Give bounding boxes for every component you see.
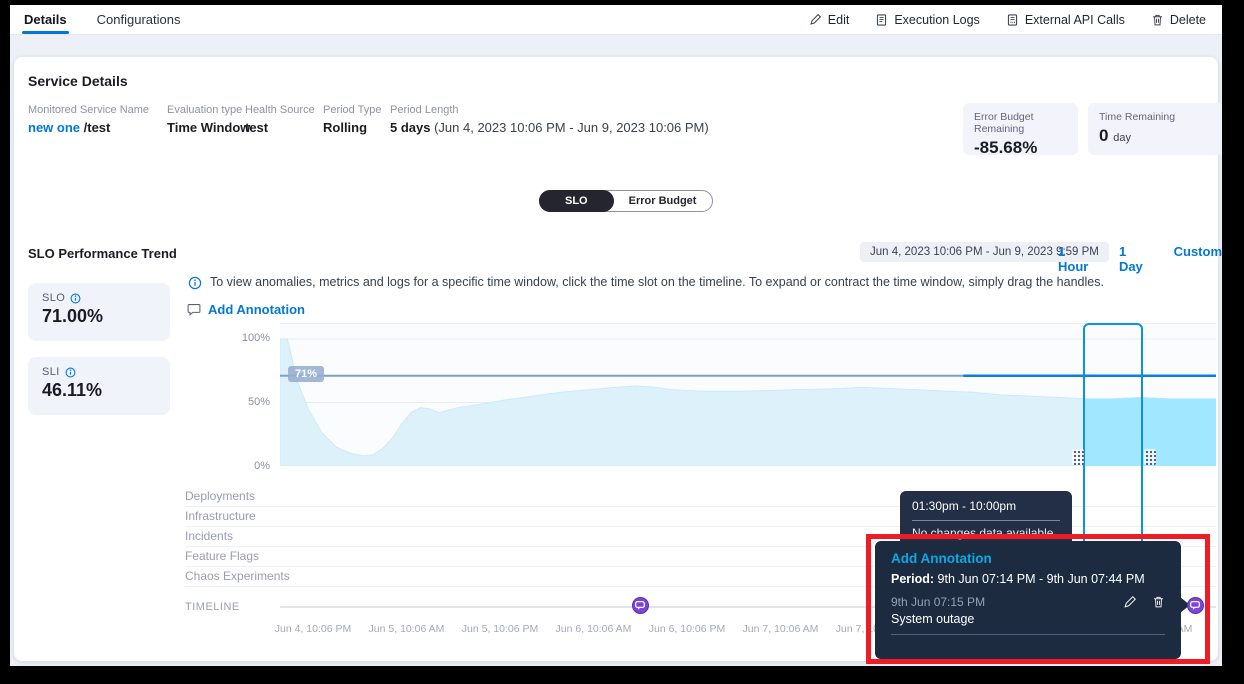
lane-label: Infrastructure — [185, 509, 256, 523]
stat-value: -85.68% — [974, 138, 1067, 158]
lane-label: Feature Flags — [185, 549, 259, 563]
stat-unit: day — [1113, 132, 1131, 144]
range-custom[interactable]: Custom — [1174, 244, 1222, 274]
tooltip-divider — [912, 520, 1060, 521]
tab-configurations[interactable]: Configurations — [97, 5, 181, 34]
period-length-value: 5 days — [390, 120, 430, 135]
target-badge: 71% — [288, 366, 324, 382]
field-value: test — [245, 120, 315, 135]
timeline-info-banner: To view anomalies, metrics and logs for … — [188, 275, 1198, 290]
popup-period-value: 9th Jun 07:14 PM - 9th Jun 07:44 PM — [934, 572, 1145, 586]
tab-details-label: Details — [24, 12, 67, 27]
field-label: Health Source — [245, 104, 315, 116]
popup-divider — [891, 634, 1165, 635]
range-1-hour[interactable]: 1 Hour — [1058, 244, 1098, 274]
time-window-selection[interactable] — [1083, 323, 1143, 563]
toggle-slo[interactable]: SLO — [539, 190, 614, 212]
lane-label: Deployments — [185, 489, 255, 503]
period-length-range: (Jun 4, 2023 10:06 PM - Jun 9, 2023 10:0… — [430, 120, 708, 135]
slo-kpi-card: SLO 71.00% — [28, 283, 170, 341]
annotation-popup: Add Annotation Period: 9th Jun 07:14 PM … — [875, 541, 1181, 659]
header-tab-bar: Details Configurations Edit Execution Lo… — [10, 5, 1222, 35]
tab-details[interactable]: Details — [24, 5, 67, 34]
field-value: Time Window — [167, 120, 250, 135]
y-axis-tick-50: 50% — [228, 396, 270, 408]
trend-title: SLO Performance Trend — [28, 246, 177, 261]
app-window: Details Configurations Edit Execution Lo… — [10, 5, 1222, 666]
tooltip-time-range: 01:30pm - 10:00pm — [912, 499, 1060, 513]
monitored-service-env: /test — [80, 120, 110, 135]
sli-kpi-card: SLI 46.11% — [28, 357, 170, 415]
external-api-calls-button[interactable]: External API Calls — [1006, 13, 1125, 27]
annotation-marker[interactable] — [632, 597, 649, 614]
stat-value: 0 — [1099, 126, 1108, 145]
range-1-day[interactable]: 1 Day — [1119, 244, 1153, 274]
lane-label: Incidents — [185, 529, 233, 543]
selection-drag-handle-left[interactable] — [1072, 449, 1084, 465]
document-icon — [875, 13, 888, 27]
stat-label: Time Remaining — [1099, 111, 1213, 123]
field-value: Rolling — [323, 120, 382, 135]
info-icon[interactable] — [70, 293, 81, 304]
field-period-type: Period Type Rolling — [323, 104, 382, 135]
info-icon — [188, 276, 202, 290]
tab-configurations-label: Configurations — [97, 12, 181, 27]
field-label: Period Type — [323, 104, 382, 116]
popup-entry-time: 9th Jun 07:15 PM — [891, 595, 985, 609]
edit-label: Edit — [828, 13, 850, 27]
external-api-calls-label: External API Calls — [1025, 13, 1125, 27]
field-label: Evaluation type — [167, 104, 250, 116]
field-monitored-service: Monitored Service Name new one /test — [28, 104, 149, 135]
slo-trend-chart[interactable]: 71% — [280, 323, 1216, 466]
add-annotation-label: Add Annotation — [208, 302, 305, 317]
field-health-source: Health Source test — [245, 104, 315, 135]
time-range-links: 1 Hour 1 Day Custom — [1058, 244, 1222, 274]
tab-list: Details Configurations — [24, 5, 180, 34]
slo-value: 71.00% — [42, 306, 156, 327]
execution-logs-label: Execution Logs — [894, 13, 979, 27]
tooltip-message: No changes data available — [912, 526, 1060, 540]
sli-value: 46.11% — [42, 380, 156, 401]
field-label: Period Length — [390, 104, 709, 116]
field-label: Monitored Service Name — [28, 104, 149, 116]
delete-button[interactable]: Delete — [1151, 13, 1206, 27]
toolbar: Edit Execution Logs External API Calls D… — [809, 13, 1206, 27]
popup-add-annotation-link[interactable]: Add Annotation — [891, 551, 1165, 566]
timeline-label: TIMELINE — [185, 601, 240, 613]
info-icon[interactable] — [65, 367, 76, 378]
field-evaluation-type: Evaluation type Time Window — [167, 104, 250, 135]
slo-label: SLO — [42, 292, 65, 304]
trash-icon — [1151, 13, 1164, 27]
execution-logs-button[interactable]: Execution Logs — [875, 13, 979, 27]
popup-period-label: Period: — [891, 572, 934, 586]
annotation-bubble-icon — [187, 303, 201, 316]
sli-label: SLI — [42, 366, 60, 378]
edit-button[interactable]: Edit — [809, 13, 850, 27]
pencil-icon — [809, 13, 822, 26]
time-remaining-card: Time Remaining 0 day — [1088, 103, 1222, 155]
monitored-service-link[interactable]: new one — [28, 120, 80, 135]
annotation-marker[interactable] — [1187, 597, 1204, 614]
document-code-icon — [1006, 13, 1019, 27]
field-period-length: Period Length 5 days (Jun 4, 2023 10:06 … — [390, 104, 709, 135]
toggle-error-budget[interactable]: Error Budget — [613, 191, 713, 211]
lane-label: Chaos Experiments — [185, 569, 290, 583]
selection-drag-handle-right[interactable] — [1144, 449, 1156, 465]
timeslot-tooltip: 01:30pm - 10:00pm No changes data availa… — [900, 491, 1072, 547]
popup-entry-text: System outage — [891, 612, 1165, 626]
y-axis-tick-100: 100% — [228, 332, 270, 344]
stat-label: Error Budget Remaining — [974, 111, 1067, 135]
service-details-title: Service Details — [28, 73, 128, 89]
y-axis-tick-0: 0% — [228, 460, 270, 472]
error-budget-remaining-card: Error Budget Remaining -85.68% — [963, 103, 1078, 155]
popup-period: Period: 9th Jun 07:14 PM - 9th Jun 07:44… — [891, 572, 1165, 586]
edit-annotation-icon[interactable] — [1123, 595, 1137, 609]
info-text: To view anomalies, metrics and logs for … — [210, 275, 1104, 289]
add-annotation-link[interactable]: Add Annotation — [187, 302, 305, 317]
delete-label: Delete — [1170, 13, 1206, 27]
view-toggle: SLO Error Budget — [539, 190, 713, 212]
delete-annotation-icon[interactable] — [1152, 595, 1165, 609]
